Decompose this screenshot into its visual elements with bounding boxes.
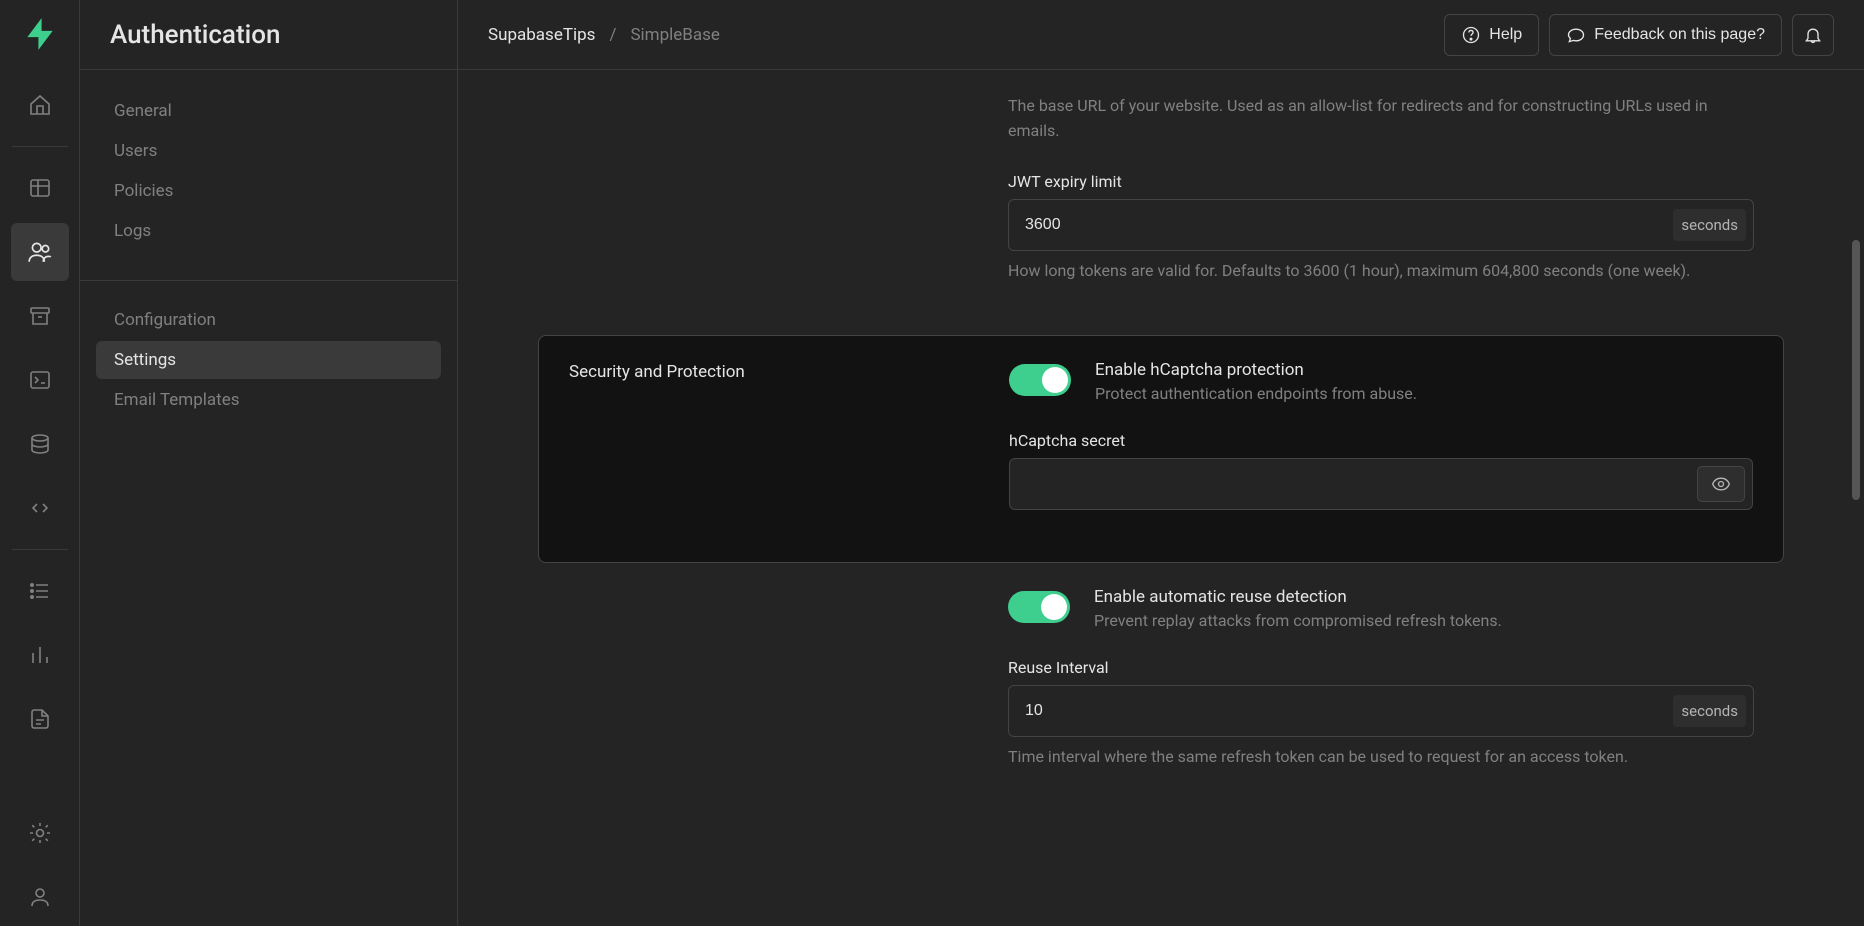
scrollbar[interactable]	[1850, 70, 1862, 926]
sidebar-item-configuration[interactable]: Configuration	[96, 301, 441, 339]
hcaptcha-toggle-title: Enable hCaptcha protection	[1095, 360, 1417, 380]
database-icon[interactable]	[11, 415, 69, 473]
list-icon[interactable]	[11, 562, 69, 620]
api-icon[interactable]	[11, 479, 69, 537]
logo-icon[interactable]	[16, 10, 64, 58]
reuse-detection-toggle[interactable]	[1008, 591, 1070, 623]
breadcrumb-current[interactable]: SimpleBase	[630, 25, 719, 45]
sidebar-item-settings[interactable]: Settings	[96, 341, 441, 379]
reuse-interval-label: Reuse Interval	[1008, 658, 1754, 677]
settings-scroll[interactable]: The base URL of your website. Used as an…	[458, 70, 1864, 926]
reuse-interval-help: Time interval where the same refresh tok…	[1008, 745, 1754, 770]
terminal-icon[interactable]	[11, 351, 69, 409]
eye-icon	[1711, 474, 1731, 494]
jwt-expiry-label: JWT expiry limit	[1008, 172, 1754, 191]
reveal-secret-button[interactable]	[1697, 466, 1745, 502]
sidebar-item-policies[interactable]: Policies	[96, 172, 441, 210]
breadcrumb-sep: /	[609, 25, 616, 45]
breadcrumb-root[interactable]: SupabaseTips	[488, 25, 595, 45]
scrollbar-thumb[interactable]	[1852, 240, 1860, 500]
hcaptcha-toggle-desc: Protect authentication endpoints from ab…	[1095, 384, 1417, 403]
settings-icon[interactable]	[11, 804, 69, 862]
site-url-help: The base URL of your website. Used as an…	[1008, 94, 1754, 144]
sidebar-item-logs[interactable]: Logs	[96, 212, 441, 250]
hcaptcha-toggle[interactable]	[1009, 364, 1071, 396]
main: The base URL of your website. Used as an…	[458, 70, 1864, 926]
storage-icon[interactable]	[11, 287, 69, 345]
users-icon[interactable]	[11, 223, 69, 281]
hcaptcha-secret-input[interactable]	[1009, 458, 1753, 510]
security-heading: Security and Protection	[569, 360, 989, 538]
table-icon[interactable]	[11, 159, 69, 217]
home-icon[interactable]	[11, 76, 69, 134]
jwt-expiry-help: How long tokens are valid for. Defaults …	[1008, 259, 1754, 284]
reports-icon[interactable]	[11, 626, 69, 684]
sidebar-item-users[interactable]: Users	[96, 132, 441, 170]
help-button[interactable]: Help	[1444, 14, 1539, 56]
security-section: Security and Protection Enable hCaptcha …	[538, 335, 1784, 563]
page-title: Authentication	[110, 20, 280, 50]
jwt-expiry-unit: seconds	[1673, 209, 1746, 241]
reuse-interval-unit: seconds	[1673, 695, 1746, 727]
file-icon[interactable]	[11, 690, 69, 748]
reuse-interval-input[interactable]	[1008, 685, 1754, 737]
feedback-button-label: Feedback on this page?	[1594, 26, 1765, 44]
help-circle-icon	[1461, 25, 1481, 45]
topbar: SupabaseTips / SimpleBase Help Feedback …	[458, 0, 1864, 70]
help-button-label: Help	[1489, 26, 1522, 44]
notifications-button[interactable]	[1792, 14, 1834, 56]
bell-icon	[1803, 25, 1823, 45]
reuse-detection-desc: Prevent replay attacks from compromised …	[1094, 611, 1502, 630]
sidebar-item-general[interactable]: General	[96, 92, 441, 130]
breadcrumb: SupabaseTips / SimpleBase	[488, 25, 720, 45]
sidebar: Authentication General Users Policies Lo…	[80, 0, 458, 926]
icon-rail	[0, 0, 80, 926]
hcaptcha-secret-label: hCaptcha secret	[1009, 431, 1753, 450]
chat-icon	[1566, 25, 1586, 45]
account-icon[interactable]	[11, 868, 69, 926]
feedback-button[interactable]: Feedback on this page?	[1549, 14, 1782, 56]
reuse-detection-title: Enable automatic reuse detection	[1094, 587, 1502, 607]
jwt-expiry-input[interactable]	[1008, 199, 1754, 251]
sidebar-item-email-templates[interactable]: Email Templates	[96, 381, 441, 419]
